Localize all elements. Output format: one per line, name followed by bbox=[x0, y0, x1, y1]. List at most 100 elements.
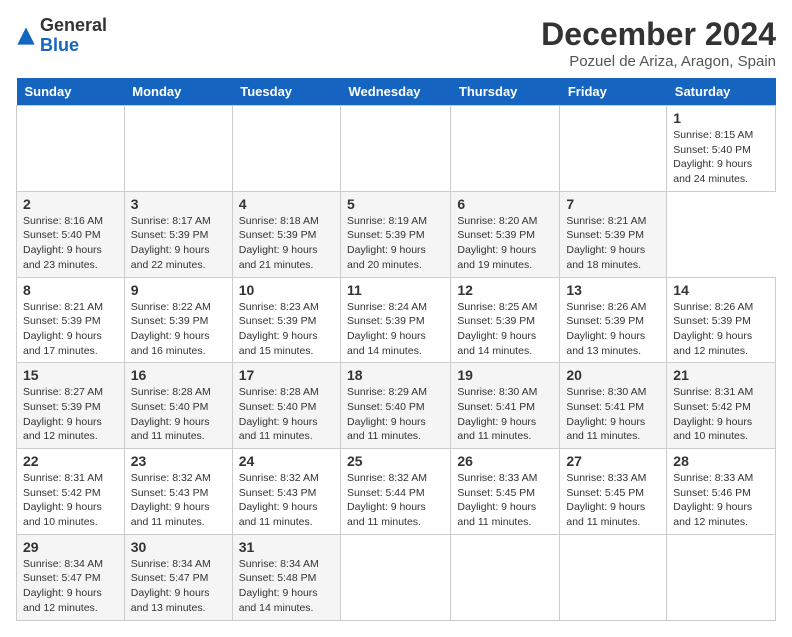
calendar-week-row: 2 Sunrise: 8:16 AMSunset: 5:40 PMDayligh… bbox=[17, 191, 776, 277]
empty-cell bbox=[124, 106, 232, 192]
calendar-day-cell: 10 Sunrise: 8:23 AMSunset: 5:39 PMDaylig… bbox=[232, 277, 340, 363]
day-number: 2 bbox=[23, 196, 118, 212]
calendar-day-cell: 7 Sunrise: 8:21 AMSunset: 5:39 PMDayligh… bbox=[560, 191, 667, 277]
day-number: 7 bbox=[566, 196, 660, 212]
empty-cell bbox=[451, 534, 560, 620]
calendar-day-cell: 21 Sunrise: 8:31 AMSunset: 5:42 PMDaylig… bbox=[667, 363, 776, 449]
empty-cell bbox=[560, 534, 667, 620]
day-number: 15 bbox=[23, 367, 118, 383]
day-number: 26 bbox=[457, 453, 553, 469]
empty-cell bbox=[451, 106, 560, 192]
calendar-day-cell: 1 Sunrise: 8:15 AMSunset: 5:40 PMDayligh… bbox=[667, 106, 776, 192]
day-number: 16 bbox=[131, 367, 226, 383]
day-info: Sunrise: 8:21 AMSunset: 5:39 PMDaylight:… bbox=[23, 301, 103, 357]
day-info: Sunrise: 8:20 AMSunset: 5:39 PMDaylight:… bbox=[457, 215, 537, 271]
day-info: Sunrise: 8:25 AMSunset: 5:39 PMDaylight:… bbox=[457, 301, 537, 357]
day-number: 10 bbox=[239, 282, 334, 298]
calendar-day-cell: 30 Sunrise: 8:34 AMSunset: 5:47 PMDaylig… bbox=[124, 534, 232, 620]
calendar-day-cell: 13 Sunrise: 8:26 AMSunset: 5:39 PMDaylig… bbox=[560, 277, 667, 363]
empty-cell bbox=[232, 106, 340, 192]
day-info: Sunrise: 8:29 AMSunset: 5:40 PMDaylight:… bbox=[347, 386, 427, 442]
empty-cell bbox=[17, 106, 125, 192]
calendar-day-cell: 29 Sunrise: 8:34 AMSunset: 5:47 PMDaylig… bbox=[17, 534, 125, 620]
day-info: Sunrise: 8:33 AMSunset: 5:45 PMDaylight:… bbox=[457, 472, 537, 528]
day-header: Saturday bbox=[667, 78, 776, 106]
calendar-week-row: 8 Sunrise: 8:21 AMSunset: 5:39 PMDayligh… bbox=[17, 277, 776, 363]
day-number: 29 bbox=[23, 539, 118, 555]
day-header: Friday bbox=[560, 78, 667, 106]
logo-general: General bbox=[40, 16, 107, 36]
day-number: 24 bbox=[239, 453, 334, 469]
day-number: 12 bbox=[457, 282, 553, 298]
calendar-day-cell: 16 Sunrise: 8:28 AMSunset: 5:40 PMDaylig… bbox=[124, 363, 232, 449]
day-info: Sunrise: 8:28 AMSunset: 5:40 PMDaylight:… bbox=[131, 386, 211, 442]
calendar-day-cell: 8 Sunrise: 8:21 AMSunset: 5:39 PMDayligh… bbox=[17, 277, 125, 363]
calendar-day-cell: 23 Sunrise: 8:32 AMSunset: 5:43 PMDaylig… bbox=[124, 449, 232, 535]
calendar-day-cell: 19 Sunrise: 8:30 AMSunset: 5:41 PMDaylig… bbox=[451, 363, 560, 449]
calendar-day-cell: 11 Sunrise: 8:24 AMSunset: 5:39 PMDaylig… bbox=[341, 277, 451, 363]
calendar-day-cell: 12 Sunrise: 8:25 AMSunset: 5:39 PMDaylig… bbox=[451, 277, 560, 363]
day-info: Sunrise: 8:31 AMSunset: 5:42 PMDaylight:… bbox=[673, 386, 753, 442]
day-number: 1 bbox=[673, 110, 769, 126]
day-number: 25 bbox=[347, 453, 444, 469]
day-info: Sunrise: 8:19 AMSunset: 5:39 PMDaylight:… bbox=[347, 215, 427, 271]
calendar-day-cell: 26 Sunrise: 8:33 AMSunset: 5:45 PMDaylig… bbox=[451, 449, 560, 535]
calendar-day-cell: 31 Sunrise: 8:34 AMSunset: 5:48 PMDaylig… bbox=[232, 534, 340, 620]
title-area: December 2024 Pozuel de Ariza, Aragon, S… bbox=[541, 16, 776, 70]
calendar-day-cell: 17 Sunrise: 8:28 AMSunset: 5:40 PMDaylig… bbox=[232, 363, 340, 449]
day-info: Sunrise: 8:22 AMSunset: 5:39 PMDaylight:… bbox=[131, 301, 211, 357]
calendar-day-cell: 25 Sunrise: 8:32 AMSunset: 5:44 PMDaylig… bbox=[341, 449, 451, 535]
day-number: 4 bbox=[239, 196, 334, 212]
day-number: 11 bbox=[347, 282, 444, 298]
day-info: Sunrise: 8:31 AMSunset: 5:42 PMDaylight:… bbox=[23, 472, 103, 528]
day-info: Sunrise: 8:34 AMSunset: 5:47 PMDaylight:… bbox=[131, 558, 211, 614]
calendar-day-cell: 15 Sunrise: 8:27 AMSunset: 5:39 PMDaylig… bbox=[17, 363, 125, 449]
day-number: 22 bbox=[23, 453, 118, 469]
day-info: Sunrise: 8:15 AMSunset: 5:40 PMDaylight:… bbox=[673, 129, 753, 185]
main-title: December 2024 bbox=[541, 16, 776, 53]
day-info: Sunrise: 8:33 AMSunset: 5:46 PMDaylight:… bbox=[673, 472, 753, 528]
day-info: Sunrise: 8:21 AMSunset: 5:39 PMDaylight:… bbox=[566, 215, 646, 271]
day-info: Sunrise: 8:34 AMSunset: 5:47 PMDaylight:… bbox=[23, 558, 103, 614]
day-info: Sunrise: 8:23 AMSunset: 5:39 PMDaylight:… bbox=[239, 301, 319, 357]
day-number: 19 bbox=[457, 367, 553, 383]
calendar-day-cell: 24 Sunrise: 8:32 AMSunset: 5:43 PMDaylig… bbox=[232, 449, 340, 535]
day-number: 30 bbox=[131, 539, 226, 555]
calendar-day-cell: 28 Sunrise: 8:33 AMSunset: 5:46 PMDaylig… bbox=[667, 449, 776, 535]
day-info: Sunrise: 8:26 AMSunset: 5:39 PMDaylight:… bbox=[673, 301, 753, 357]
calendar-week-row: 15 Sunrise: 8:27 AMSunset: 5:39 PMDaylig… bbox=[17, 363, 776, 449]
day-number: 6 bbox=[457, 196, 553, 212]
day-header: Wednesday bbox=[341, 78, 451, 106]
day-number: 23 bbox=[131, 453, 226, 469]
day-number: 21 bbox=[673, 367, 769, 383]
day-header: Thursday bbox=[451, 78, 560, 106]
day-number: 14 bbox=[673, 282, 769, 298]
day-info: Sunrise: 8:32 AMSunset: 5:43 PMDaylight:… bbox=[239, 472, 319, 528]
calendar-day-cell: 3 Sunrise: 8:17 AMSunset: 5:39 PMDayligh… bbox=[124, 191, 232, 277]
calendar-week-row: 22 Sunrise: 8:31 AMSunset: 5:42 PMDaylig… bbox=[17, 449, 776, 535]
day-number: 31 bbox=[239, 539, 334, 555]
day-header: Sunday bbox=[17, 78, 125, 106]
calendar-table: SundayMondayTuesdayWednesdayThursdayFrid… bbox=[16, 78, 776, 621]
calendar-day-cell: 14 Sunrise: 8:26 AMSunset: 5:39 PMDaylig… bbox=[667, 277, 776, 363]
subtitle: Pozuel de Ariza, Aragon, Spain bbox=[541, 53, 776, 70]
day-info: Sunrise: 8:26 AMSunset: 5:39 PMDaylight:… bbox=[566, 301, 646, 357]
day-info: Sunrise: 8:27 AMSunset: 5:39 PMDaylight:… bbox=[23, 386, 103, 442]
calendar-day-cell: 4 Sunrise: 8:18 AMSunset: 5:39 PMDayligh… bbox=[232, 191, 340, 277]
empty-cell bbox=[341, 534, 451, 620]
day-number: 18 bbox=[347, 367, 444, 383]
logo: General Blue bbox=[16, 16, 107, 56]
logo-blue: Blue bbox=[40, 36, 107, 56]
day-number: 27 bbox=[566, 453, 660, 469]
day-number: 5 bbox=[347, 196, 444, 212]
day-info: Sunrise: 8:28 AMSunset: 5:40 PMDaylight:… bbox=[239, 386, 319, 442]
calendar-week-row: 1 Sunrise: 8:15 AMSunset: 5:40 PMDayligh… bbox=[17, 106, 776, 192]
header-area: General Blue December 2024 Pozuel de Ari… bbox=[16, 16, 776, 70]
day-number: 20 bbox=[566, 367, 660, 383]
logo-icon bbox=[16, 26, 36, 46]
day-number: 3 bbox=[131, 196, 226, 212]
calendar-day-cell: 27 Sunrise: 8:33 AMSunset: 5:45 PMDaylig… bbox=[560, 449, 667, 535]
empty-cell bbox=[667, 534, 776, 620]
day-info: Sunrise: 8:32 AMSunset: 5:43 PMDaylight:… bbox=[131, 472, 211, 528]
empty-cell bbox=[560, 106, 667, 192]
